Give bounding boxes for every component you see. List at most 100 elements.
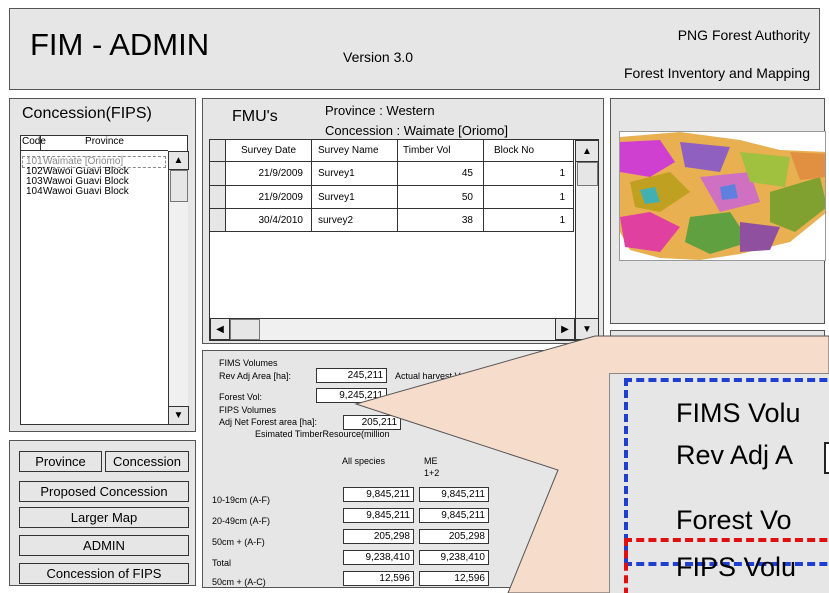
col-header-block-no[interactable]: Block No xyxy=(484,140,574,162)
scroll-thumb[interactable] xyxy=(170,170,188,202)
fmu-panel: FMU's Province : Western Concession : Wa… xyxy=(202,98,604,344)
fmu-province-label: Province : Western xyxy=(325,103,435,118)
volumes-panel: FIMS Volumes Rev Adj Area [ha]: 245,211 … xyxy=(202,350,604,588)
row-selector[interactable] xyxy=(210,186,226,209)
row-label: 20-49cm (A-F) xyxy=(212,516,271,526)
callout-line-4: FIPS Volu xyxy=(676,552,797,582)
admin-button[interactable]: ADMIN xyxy=(19,535,189,556)
forest-vol-label: Forest Vol: xyxy=(219,392,263,402)
col-mep: MEP xyxy=(532,451,552,461)
row-label: 50cm + (A-F) xyxy=(212,537,265,547)
col-me-sub: 1+2 xyxy=(424,468,440,478)
scroll-right-icon[interactable]: ▶ xyxy=(555,318,575,340)
gross-volume-label: Gross Volume xyxy=(507,429,564,439)
me-value[interactable]: 9,845,211 xyxy=(419,487,489,502)
scroll-up-icon[interactable]: ▲ xyxy=(168,151,189,170)
gross-unit-label: (m3/ha) xyxy=(522,440,554,450)
map-panel xyxy=(610,98,826,324)
dept-label: Forest Inventory and Mapping xyxy=(624,65,810,81)
proposed-concession-button[interactable]: Proposed Concession xyxy=(19,481,189,502)
callout-line-2: Rev Adj A xyxy=(676,440,794,470)
scroll-thumb[interactable] xyxy=(577,162,598,186)
fmu-grid[interactable]: Survey Date Survey Name Timber Vol Block… xyxy=(209,139,599,341)
cell-survey-date[interactable]: 21/9/2009 xyxy=(226,162,312,186)
concession-button[interactable]: Concession xyxy=(105,451,189,472)
rev-gross-label: Rev Gross Forest Vol: xyxy=(395,392,484,402)
concession-row[interactable]: 104Wawoi Guavi Block xyxy=(23,187,168,197)
callout-line-3: Forest Vo xyxy=(676,505,792,535)
nav-panel: Province Concession Proposed Concession … xyxy=(9,440,196,586)
cell-survey-date[interactable]: 21/9/2009 xyxy=(226,186,312,209)
zoom-callout-inner: FIMS Volu Rev Adj A Forest Vo FIPS Volu xyxy=(609,373,829,593)
concession-col-province[interactable]: Province xyxy=(41,136,168,151)
fmu-title: FMU's xyxy=(232,108,278,125)
grid-hscrollbar[interactable]: ◀ ▶ xyxy=(210,318,575,340)
rev-adj-area-label: Rev Adj Area [ha]: xyxy=(219,371,292,381)
row-label: Total xyxy=(212,558,232,568)
app-title: FIM - ADMIN xyxy=(30,27,210,62)
scroll-down-icon[interactable]: ▼ xyxy=(168,406,189,425)
col-me: ME xyxy=(424,456,438,466)
fmu-concession-label: Concession : Waimate [Oriomo] xyxy=(325,123,509,138)
concession-rows: 101Waimate [Oriomo] 102Wawoi Guavi Block… xyxy=(23,157,168,197)
cell-block-no[interactable]: 1 xyxy=(484,162,574,186)
cell-survey-name[interactable]: Survey1 xyxy=(312,186,398,209)
actual-harvest-value[interactable]: 1,123,456 xyxy=(517,368,587,383)
concession-col-code[interactable]: Code xyxy=(21,136,46,151)
grid-vscrollbar[interactable]: ▲ ▼ xyxy=(575,140,599,340)
me-value[interactable]: 205,298 xyxy=(419,529,489,544)
concession-list[interactable]: Code Province 101Waimate [Oriomo] 102Waw… xyxy=(20,135,189,425)
fips-volumes-label: FIPS Volumes xyxy=(219,405,277,415)
col-all-species: All species xyxy=(342,456,386,466)
row-label: 10-19cm (A-F) xyxy=(212,495,271,505)
fims-volumes-label: FIMS Volumes xyxy=(219,358,278,368)
larger-map-button[interactable]: Larger Map xyxy=(19,507,189,528)
concession-scrollbar[interactable]: ▲ ▼ xyxy=(168,151,189,425)
row-selector[interactable] xyxy=(210,162,226,186)
cell-survey-name[interactable]: survey2 xyxy=(312,209,398,232)
scroll-thumb[interactable] xyxy=(230,319,260,340)
cell-survey-date[interactable]: 30/4/2010 xyxy=(226,209,312,232)
province-button[interactable]: Province xyxy=(19,451,102,472)
cell-block-no[interactable]: 1 xyxy=(484,186,574,209)
forest-map-icon xyxy=(620,132,825,260)
scroll-left-icon[interactable]: ◀ xyxy=(210,318,230,340)
row-selector[interactable] xyxy=(210,209,226,232)
grid-corner xyxy=(210,140,226,162)
callout-field-edge xyxy=(824,442,829,474)
scroll-down-icon[interactable]: ▼ xyxy=(575,318,599,340)
concession-of-fips-button[interactable]: Concession of FIPS xyxy=(19,563,189,584)
actual-harvest-label: Actual harvest Vol: xyxy=(395,371,470,381)
all-species-value[interactable]: 205,298 xyxy=(343,529,414,544)
all-species-value[interactable]: 9,238,410 xyxy=(343,550,414,565)
scroll-up-icon[interactable]: ▲ xyxy=(575,140,599,162)
col-header-timber-vol[interactable]: Timber Vol xyxy=(398,140,484,162)
version-label: Version 3.0 xyxy=(343,49,414,65)
me-value[interactable]: 9,238,410 xyxy=(419,550,489,565)
all-species-value[interactable]: 9,845,211 xyxy=(343,487,414,502)
rev-adj-area-value[interactable]: 245,211 xyxy=(316,368,387,383)
map-lower-panel xyxy=(610,330,825,360)
me-value[interactable]: 12,596 xyxy=(419,571,489,586)
callout-line-1: FIMS Volu xyxy=(676,398,801,428)
cell-timber-vol[interactable]: 45 xyxy=(398,162,484,186)
concession-panel: Concession(FIPS) Code Province 101Waimat… xyxy=(9,98,196,432)
col-header-survey-date[interactable]: Survey Date xyxy=(226,140,312,162)
row-label: 50cm + (A-C) xyxy=(212,577,266,587)
cell-timber-vol[interactable]: 38 xyxy=(398,209,484,232)
cell-survey-name[interactable]: Survey1 xyxy=(312,162,398,186)
estimated-label: Esimated TimberResource(million xyxy=(255,429,390,439)
cell-timber-vol[interactable]: 50 xyxy=(398,186,484,209)
header-panel: FIM - ADMIN Version 3.0 PNG Forest Autho… xyxy=(9,8,820,90)
map-image[interactable] xyxy=(619,131,826,261)
adj-net-label: Adj Net Forest area [ha]: xyxy=(219,417,318,427)
col-header-survey-name[interactable]: Survey Name xyxy=(312,140,398,162)
rev-gross-value[interactable]: 8,123,456 xyxy=(517,388,587,403)
all-species-value[interactable]: 9,845,211 xyxy=(343,508,414,523)
cell-block-no[interactable]: 1 xyxy=(484,209,574,232)
adj-net-value[interactable]: 205,211 xyxy=(343,415,401,430)
all-species-value[interactable]: 12,596 xyxy=(343,571,414,586)
concession-title: Concession(FIPS) xyxy=(22,105,152,122)
me-value[interactable]: 9,845,211 xyxy=(419,508,489,523)
forest-vol-value[interactable]: 9,245,211 xyxy=(316,388,387,403)
